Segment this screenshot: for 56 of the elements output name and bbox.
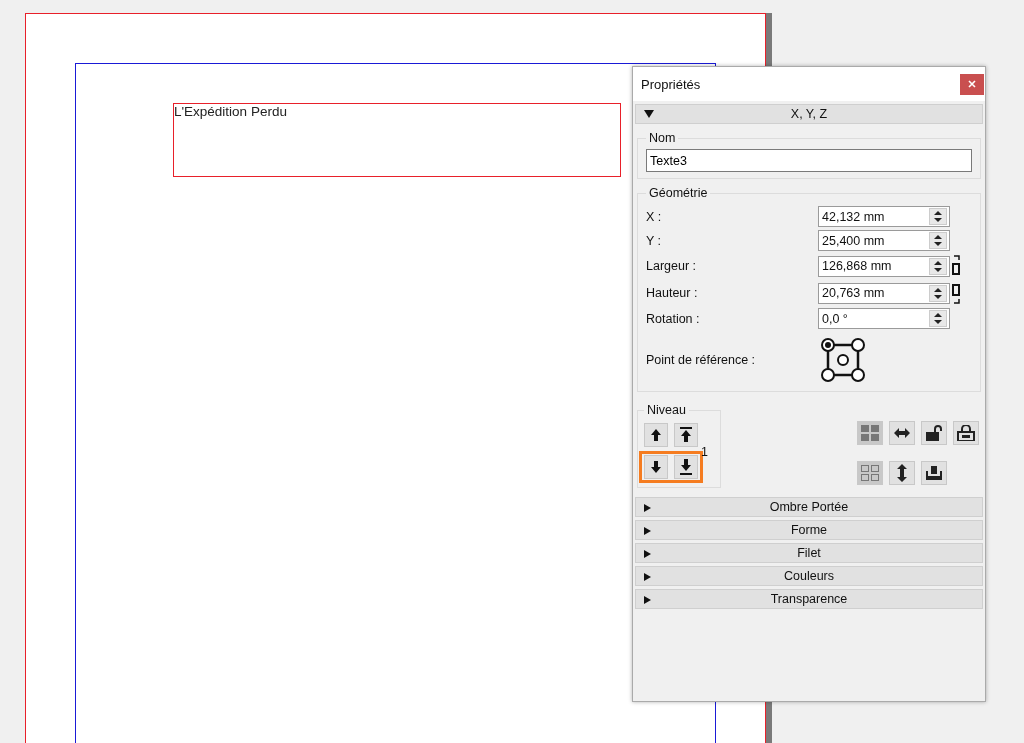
spin-box-field[interactable]: 20,763 mm (818, 282, 950, 304)
up-arrow-icon (649, 427, 663, 443)
down-arrow-icon (679, 459, 693, 475)
section-header[interactable]: Filet (635, 543, 983, 563)
grid-icon (861, 425, 879, 441)
group-legend: Nom (646, 131, 679, 145)
spin-arrows-icon[interactable] (929, 208, 947, 225)
field-label: Largeur : (646, 259, 698, 273)
spin-box-field[interactable]: 25,400 mm (818, 230, 950, 251)
section-header[interactable]: Transparence (635, 589, 983, 609)
field-label: Rotation : (646, 311, 701, 326)
section-header[interactable]: Forme (635, 520, 983, 540)
toolbar-button[interactable] (889, 461, 915, 485)
name-input-field[interactable]: Texte3 (646, 149, 972, 172)
field-label: Hauteur : (646, 286, 699, 300)
level-button[interactable] (644, 423, 668, 447)
reference-point-radio[interactable] (837, 354, 849, 366)
section-header[interactable]: Ombre Portée (635, 497, 983, 517)
chain-link-icon[interactable] (950, 254, 960, 278)
spin-arrows-icon[interactable] (929, 284, 947, 302)
toolbar-button[interactable] (953, 421, 979, 445)
window-title: Propriétés (641, 76, 701, 92)
toolbar-button[interactable] (889, 421, 915, 445)
spin-box-field[interactable]: 42,132 mm (818, 206, 950, 227)
spin-arrows-icon[interactable] (929, 232, 947, 249)
field-label: Point de référence : (646, 353, 757, 367)
horizontal-arrows-icon (894, 428, 910, 438)
close-icon (968, 80, 976, 88)
stamp-icon (926, 466, 942, 480)
field-label: Y : (646, 233, 663, 248)
group-legend: Niveau (644, 403, 689, 417)
level-number: 1 (701, 445, 708, 459)
section-header[interactable]: X, Y, Z (635, 104, 983, 124)
group-legend: Géométrie (646, 186, 711, 200)
level-button[interactable] (674, 423, 698, 447)
section-header[interactable]: Couleurs (635, 566, 983, 586)
toolbar-button[interactable] (921, 461, 947, 485)
chain-link-icon[interactable] (950, 281, 960, 305)
field-label: X : (646, 209, 663, 224)
text-frame[interactable]: L'Expédition Perdu (173, 103, 621, 177)
spin-arrows-icon[interactable] (929, 257, 947, 275)
reference-point-radio[interactable] (821, 338, 835, 352)
reference-point-radio[interactable] (821, 368, 835, 382)
reference-point-radio[interactable] (851, 368, 865, 382)
up-arrow-icon (679, 427, 693, 443)
grid-outline-icon (861, 465, 879, 481)
vertical-arrows-icon (897, 464, 907, 482)
spin-arrows-icon[interactable] (929, 310, 947, 327)
level-button[interactable] (674, 455, 698, 479)
down-arrow-icon (649, 459, 663, 475)
reference-point-radio[interactable] (851, 338, 865, 352)
close-button[interactable] (960, 73, 984, 95)
spin-box-field[interactable]: 126,868 mm (818, 255, 950, 277)
level-button[interactable] (644, 455, 668, 479)
spin-box-field[interactable]: 0,0 ° (818, 308, 950, 329)
toolbar-button[interactable] (921, 421, 947, 445)
